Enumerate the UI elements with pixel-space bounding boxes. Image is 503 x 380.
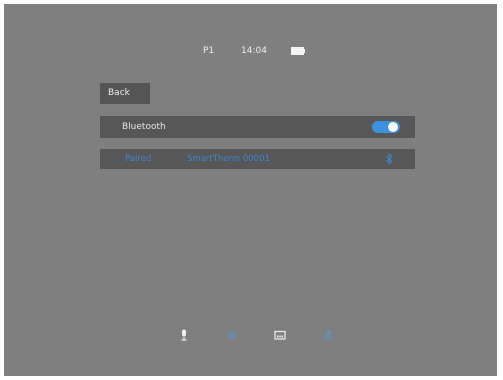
device-status: Paired xyxy=(125,154,152,164)
bottom-icon-bar xyxy=(4,329,497,343)
status-bar: P1 14:04 xyxy=(4,44,497,58)
toggle-knob xyxy=(388,122,398,132)
paired-device-row[interactable]: Paired SmartTherm 00001 xyxy=(100,149,415,169)
bluetooth-icon[interactable] xyxy=(322,329,334,341)
clock: 14:04 xyxy=(241,46,267,56)
bluetooth-toggle[interactable] xyxy=(372,121,400,133)
display-icon[interactable] xyxy=(274,329,286,341)
battery-icon xyxy=(291,47,305,55)
bluetooth-icon xyxy=(385,153,393,165)
preset-indicator: P1 xyxy=(203,46,215,56)
bluetooth-setting-row[interactable]: Bluetooth xyxy=(100,116,415,138)
device-screen: P1 14:04 Back Bluetooth Paired SmartTher… xyxy=(4,4,497,376)
settings-icon[interactable] xyxy=(226,329,238,341)
microphone-icon[interactable] xyxy=(178,329,190,341)
bluetooth-label: Bluetooth xyxy=(122,122,166,132)
back-button[interactable]: Back xyxy=(100,83,150,104)
device-name: SmartTherm 00001 xyxy=(187,154,270,164)
